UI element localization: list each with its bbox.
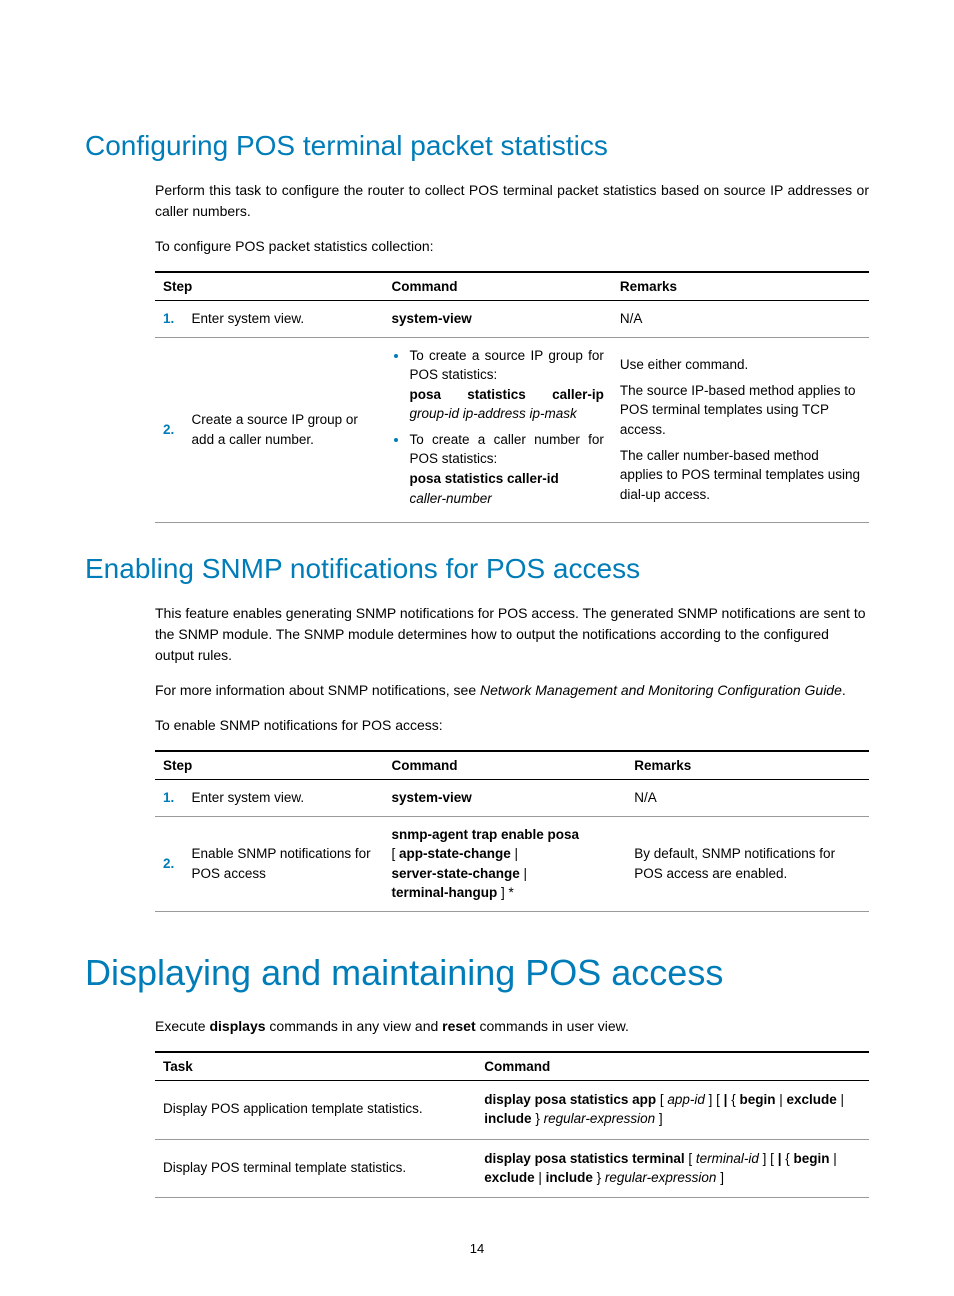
step-desc: Create a source IP group or add a caller… (184, 337, 384, 523)
step-desc: Enter system view. (184, 301, 384, 338)
step-number: 1. (155, 301, 184, 338)
th-remarks: Remarks (612, 272, 869, 301)
section2-heading: Enabling SNMP notifications for POS acce… (85, 553, 869, 585)
section2-table: Step Command Remarks 1. Enter system vie… (155, 750, 869, 912)
step-remarks: N/A (612, 301, 869, 338)
step-remarks: N/A (626, 780, 869, 817)
step-remarks: Use either command. The source IP-based … (612, 337, 869, 523)
page-number: 14 (85, 1241, 869, 1256)
th-command: Command (383, 272, 611, 301)
task-cmd: display posa statistics app [ app-id ] [… (476, 1080, 869, 1139)
table-row: Display POS terminal template statistics… (155, 1139, 869, 1198)
table-row: Display POS application template statist… (155, 1080, 869, 1139)
step-remarks: By default, SNMP notifications for POS a… (626, 816, 869, 911)
section1-para2: To configure POS packet statistics colle… (85, 236, 869, 257)
step-number: 2. (155, 816, 184, 911)
table-row: 2. Enable SNMP notifications for POS acc… (155, 816, 869, 911)
th-step: Step (155, 272, 383, 301)
step-cmd: snmp-agent trap enable posa [ app-state-… (383, 816, 626, 911)
section2-para1: This feature enables generating SNMP not… (85, 603, 869, 666)
task-desc: Display POS application template statist… (155, 1080, 476, 1139)
section2-para2: For more information about SNMP notifica… (85, 680, 869, 701)
bullet-item: To create a caller number for POS statis… (409, 430, 603, 508)
table-row: 1. Enter system view. system-view N/A (155, 780, 869, 817)
th-command: Command (476, 1052, 869, 1081)
table-row: 1. Enter system view. system-view N/A (155, 301, 869, 338)
section1-para1: Perform this task to configure the route… (85, 180, 869, 222)
step-desc: Enable SNMP notifications for POS access (184, 816, 384, 911)
section3-heading: Displaying and maintaining POS access (85, 952, 869, 994)
step-number: 1. (155, 780, 184, 817)
section1-table: Step Command Remarks 1. Enter system vie… (155, 271, 869, 523)
step-number: 2. (155, 337, 184, 523)
task-desc: Display POS terminal template statistics… (155, 1139, 476, 1198)
th-remarks: Remarks (626, 751, 869, 780)
bullet-item: To create a source IP group for POS stat… (409, 346, 603, 424)
task-cmd: display posa statistics terminal [ termi… (476, 1139, 869, 1198)
step-cmd: To create a source IP group for POS stat… (383, 337, 611, 523)
th-command: Command (383, 751, 626, 780)
step-desc: Enter system view. (184, 780, 384, 817)
table-row: 2. Create a source IP group or add a cal… (155, 337, 869, 523)
th-step: Step (155, 751, 383, 780)
section3-table: Task Command Display POS application tem… (155, 1051, 869, 1199)
th-task: Task (155, 1052, 476, 1081)
step-cmd: system-view (383, 780, 626, 817)
section3-para1: Execute displays commands in any view an… (85, 1016, 869, 1037)
step-cmd: system-view (383, 301, 611, 338)
section2-para3: To enable SNMP notifications for POS acc… (85, 715, 869, 736)
section1-heading: Configuring POS terminal packet statisti… (85, 130, 869, 162)
